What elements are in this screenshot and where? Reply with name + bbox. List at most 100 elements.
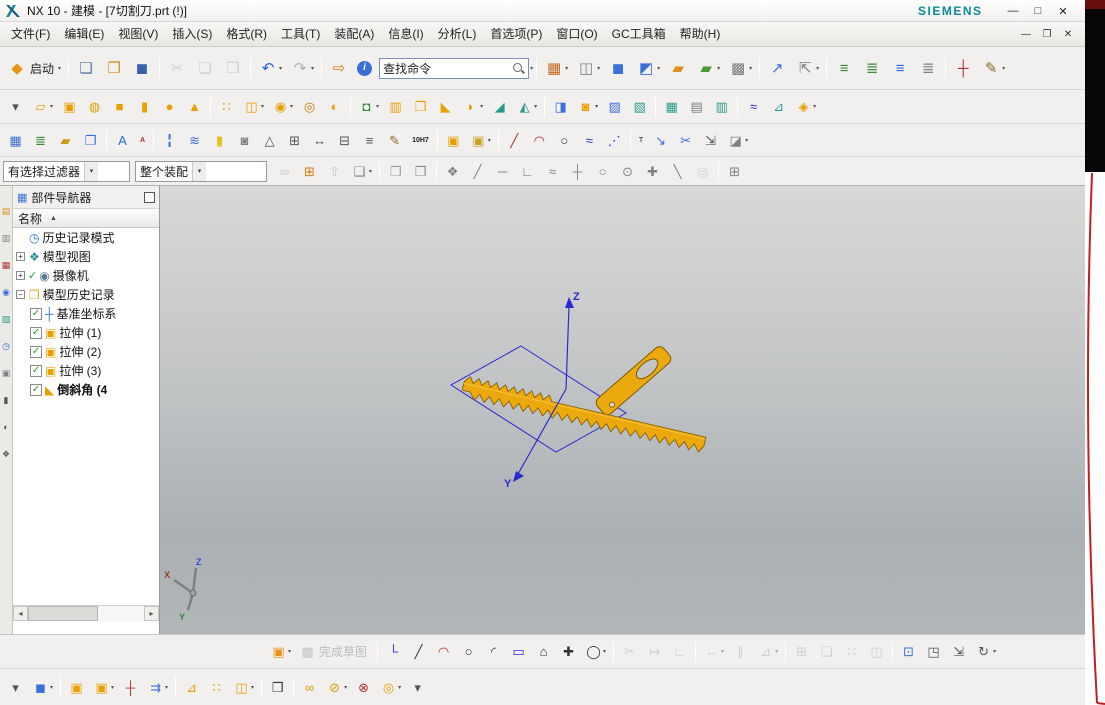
- revolve-button[interactable]: ◍: [83, 94, 106, 120]
- save-file-button[interactable]: ◼: [129, 53, 155, 83]
- triangle-mesh-button[interactable]: △: [258, 127, 281, 153]
- selection-chain-button[interactable]: ∞: [273, 158, 296, 184]
- layer-settings-button[interactable]: ≡: [831, 53, 857, 83]
- menu-item[interactable]: 格式(R): [219, 22, 274, 46]
- copy-button[interactable]: ❏: [192, 53, 218, 83]
- snap-edit-button[interactable]: ✎▾: [978, 53, 1008, 83]
- spring-button[interactable]: ≋: [183, 127, 206, 153]
- boss-button[interactable]: ▲: [183, 94, 206, 120]
- continuous-auto-dim-button[interactable]: ⇲: [947, 639, 970, 665]
- snap-intersection-button[interactable]: ┼: [566, 158, 589, 184]
- bolt-button[interactable]: ╏: [158, 127, 181, 153]
- intersect-button[interactable]: ◐: [323, 94, 346, 120]
- select-rectangle-button[interactable]: ❑▾: [348, 158, 375, 184]
- sheet-green-button[interactable]: ▰▾: [693, 53, 723, 83]
- menu-item[interactable]: 装配(A): [327, 22, 381, 46]
- window-layout-button[interactable]: ▦▾: [541, 53, 571, 83]
- expand-toggle-icon[interactable]: +: [16, 271, 25, 280]
- offset-curve-button[interactable]: ❏: [815, 639, 838, 665]
- tree-item-extrude-2[interactable]: ✓▣拉伸 (2): [13, 342, 159, 361]
- studio-spline-button[interactable]: ≈: [742, 94, 765, 120]
- shaded-view-button[interactable]: ◼: [605, 53, 631, 83]
- through-curves-button[interactable]: ▨: [603, 94, 626, 120]
- navigator-column-header[interactable]: 名称 ▲: [13, 209, 159, 228]
- finish-sketch-button[interactable]: ▩完成草图: [296, 639, 373, 665]
- polygon-button[interactable]: ⌂: [532, 639, 555, 665]
- box-gold-2-button[interactable]: ▣▾: [467, 127, 494, 153]
- edge-blend-button[interactable]: ◗▾: [459, 94, 486, 120]
- constraint-navigator-tab-button[interactable]: ▥: [0, 231, 13, 245]
- datum-plane-button[interactable]: ▱▾: [29, 94, 56, 120]
- more-tools-button[interactable]: ◪▾: [724, 127, 751, 153]
- manufacturing-wizard-tab-button[interactable]: ▮: [0, 393, 13, 407]
- display-mode-button[interactable]: ◫▾: [573, 53, 603, 83]
- command-finder-search[interactable]: [379, 58, 529, 79]
- block-button[interactable]: ■: [108, 94, 131, 120]
- ellipse-button[interactable]: ◯▾: [582, 639, 609, 665]
- show-hide-button[interactable]: ◙: [233, 127, 256, 153]
- swept-button[interactable]: ◨: [549, 94, 572, 120]
- cylinder-tool-button[interactable]: ▮: [208, 127, 231, 153]
- view-background-button[interactable]: ▩▾: [725, 53, 755, 83]
- snap-plus-button[interactable]: ✚: [641, 158, 664, 184]
- divide-curve-button[interactable]: ✂: [674, 127, 697, 153]
- wave-pmi-linker-button[interactable]: ⊘▾: [323, 674, 350, 700]
- menu-item[interactable]: 视图(V): [111, 22, 165, 46]
- zoom-view-button[interactable]: ⇱▾: [792, 53, 822, 83]
- extrude-button[interactable]: ▣: [58, 94, 81, 120]
- project-curve-button[interactable]: ⊿: [767, 94, 790, 120]
- start-button[interactable]: ◆启动▾: [4, 53, 64, 83]
- mirror-assembly-button[interactable]: ◫▾: [230, 674, 257, 700]
- maximize-button[interactable]: □: [1030, 5, 1046, 17]
- undo-button[interactable]: ↶▾: [255, 53, 285, 83]
- flow-arrow-button[interactable]: ↘: [649, 127, 672, 153]
- geometric-constraints-button[interactable]: ∥: [729, 639, 752, 665]
- tree-item-datum-csys[interactable]: ✓┼基准坐标系: [13, 304, 159, 323]
- menu-item[interactable]: 窗口(O): [549, 22, 604, 46]
- draft-button[interactable]: ◢: [488, 94, 511, 120]
- rib-button[interactable]: ▥: [384, 94, 407, 120]
- arc-button[interactable]: ◠: [432, 639, 455, 665]
- system-scenes-tab-button[interactable]: ❖: [0, 447, 13, 461]
- snap-midpoint-button[interactable]: ─: [491, 158, 514, 184]
- remember-constraints-button[interactable]: ⊿: [180, 674, 203, 700]
- tree-item-history-mode[interactable]: ◷历史记录模式: [13, 228, 159, 247]
- snap-point-button[interactable]: ◎: [691, 158, 714, 184]
- thicken-button[interactable]: ▥: [710, 94, 733, 120]
- display-constraints-button[interactable]: ⊞: [790, 639, 813, 665]
- snap-center-button[interactable]: ⊙: [616, 158, 639, 184]
- redo-button[interactable]: ↷▾: [287, 53, 317, 83]
- menu-item[interactable]: GC工具箱: [605, 22, 673, 46]
- assembly-constraints-button[interactable]: ⇉▾: [144, 674, 171, 700]
- auto-constrain-button[interactable]: ⊿▾: [754, 639, 781, 665]
- trim-body-button[interactable]: ◭▾: [513, 94, 540, 120]
- process-studio-tab-button[interactable]: ▣: [0, 366, 13, 380]
- wave-geometry-linker-button[interactable]: ∞: [298, 674, 321, 700]
- close-button[interactable]: ✕: [1055, 5, 1071, 18]
- pattern-feature-button[interactable]: ∷: [215, 94, 238, 120]
- tube-button[interactable]: ◙▾: [574, 94, 601, 120]
- snap-tangent-button[interactable]: ╲: [666, 158, 689, 184]
- pattern-curve-button[interactable]: ∷: [840, 639, 863, 665]
- edit-object-button[interactable]: ✎: [383, 127, 406, 153]
- mirror-curve-button[interactable]: ◫: [865, 639, 888, 665]
- sketch-task-button[interactable]: ▣▾: [267, 639, 294, 665]
- minimize-button[interactable]: —: [1005, 5, 1021, 17]
- chamfer-button[interactable]: ◣: [434, 94, 457, 120]
- arc-tool-button[interactable]: ◠: [528, 127, 551, 153]
- search-icon[interactable]: [512, 62, 525, 75]
- open-file-button[interactable]: ❐: [101, 53, 127, 83]
- rectangle-button[interactable]: ▭: [507, 639, 530, 665]
- update-model-button[interactable]: ↻▾: [972, 639, 999, 665]
- orient-view-button[interactable]: ◩▾: [633, 53, 663, 83]
- point-set-button[interactable]: ⋰: [603, 127, 626, 153]
- tree-item-chamfer-4[interactable]: ✓◣倒斜角 (4: [13, 380, 159, 399]
- circle-button[interactable]: ○: [457, 639, 480, 665]
- part-navigator-tab-button[interactable]: ▦: [0, 258, 13, 272]
- command-search-input[interactable]: [383, 61, 512, 75]
- scroll-track[interactable]: [28, 606, 144, 621]
- info-window-button[interactable]: i: [354, 53, 375, 83]
- quick-trim-button[interactable]: ✂: [618, 639, 641, 665]
- mdi-window-button[interactable]: ❐: [1040, 29, 1054, 40]
- assembly-navigator-tab-button[interactable]: ▤: [0, 204, 13, 218]
